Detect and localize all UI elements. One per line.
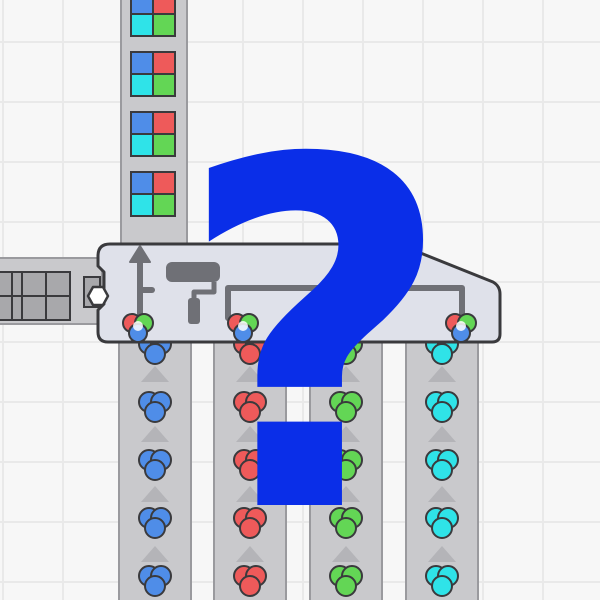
blob-part: [144, 401, 166, 423]
quad-piece: [130, 133, 154, 157]
quad-shape-item: [130, 0, 176, 37]
quad-piece: [130, 0, 154, 15]
quad-piece: [152, 73, 176, 97]
indicator-core: [456, 321, 466, 331]
quad-piece: [130, 51, 154, 75]
blob-part: [144, 575, 166, 597]
quad-piece: [0, 271, 13, 297]
quad-piece: [152, 133, 176, 157]
quad-piece: [130, 73, 154, 97]
quad-piece: [130, 193, 154, 217]
quad-piece: [0, 295, 13, 321]
quad-piece: [152, 51, 176, 75]
quad-piece: [130, 13, 154, 37]
quad-piece: [130, 171, 154, 195]
quad-shape-item: [130, 111, 176, 157]
quad-piece: [152, 171, 176, 195]
hexagon-icon: [86, 285, 110, 307]
blob-part: [144, 459, 166, 481]
quad-piece: [152, 0, 176, 15]
gray-quad-shape-item: [21, 271, 71, 321]
quad-piece: [21, 271, 47, 297]
quad-piece: [21, 295, 47, 321]
quad-piece: [45, 271, 71, 297]
blob-part: [144, 517, 166, 539]
quad-piece: [152, 111, 176, 135]
quad-shape-item: [130, 171, 176, 217]
game-canvas[interactable]: ?: [0, 0, 600, 600]
quad-piece: [152, 193, 176, 217]
quad-piece: [130, 111, 154, 135]
quad-piece: [152, 13, 176, 37]
question-mark-overlay: ?: [176, 60, 454, 600]
side-conveyor-belt[interactable]: [0, 257, 103, 325]
quad-shape-item: [130, 51, 176, 97]
blob-part: [144, 343, 166, 365]
indicator-core: [133, 321, 143, 331]
quad-piece: [45, 295, 71, 321]
